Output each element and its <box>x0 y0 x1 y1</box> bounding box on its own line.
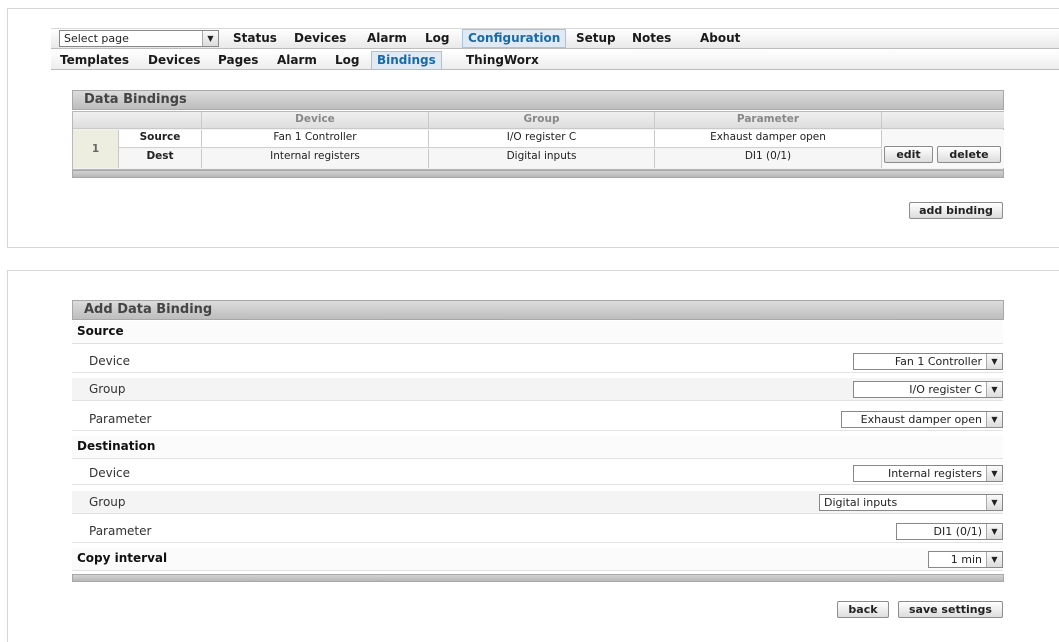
dest-device-select[interactable]: Internal registers ▼ <box>853 465 1003 482</box>
chevron-down-icon: ▼ <box>986 412 1002 427</box>
table-header-parameter: Parameter <box>655 112 882 129</box>
dest-parameter-value: DI1 (0/1) <box>933 525 983 538</box>
source-group-cell: I/O register C <box>429 130 655 148</box>
chevron-down-icon: ▼ <box>986 524 1002 539</box>
chevron-down-icon: ▼ <box>986 354 1002 369</box>
dest-device-label: Device <box>89 466 131 480</box>
dest-group-row: Group Digital inputs ▼ <box>72 491 1003 514</box>
dest-device-value: Internal registers <box>887 467 982 480</box>
add-binding-button[interactable]: add binding <box>909 202 1003 219</box>
source-group-row: Group I/O register C ▼ <box>72 378 1003 401</box>
chevron-down-icon: ▼ <box>202 31 218 46</box>
bindings-footer <box>72 170 1004 178</box>
copy-interval-value: 1 min <box>950 553 982 566</box>
row-dest-label: Dest <box>119 149 202 168</box>
chevron-down-icon: ▼ <box>986 382 1002 397</box>
source-device-select[interactable]: Fan 1 Controller ▼ <box>853 353 1003 370</box>
dest-device-cell: Internal registers <box>202 149 429 168</box>
dest-parameter-select[interactable]: DI1 (0/1) ▼ <box>896 523 1003 540</box>
dest-device-row: Device Internal registers ▼ <box>72 462 1003 485</box>
subnav-alarm[interactable]: Alarm <box>277 53 317 68</box>
dest-parameter-cell: DI1 (0/1) <box>655 149 882 168</box>
subnav-pages[interactable]: Pages <box>218 53 258 68</box>
subnav-templates[interactable]: Templates <box>60 53 129 68</box>
dest-heading: Destination <box>77 439 156 453</box>
table-header-device: Device <box>202 112 429 129</box>
chevron-down-icon: ▼ <box>986 466 1002 481</box>
dest-group-select[interactable]: Digital inputs ▼ <box>819 494 1003 511</box>
subnav-devices[interactable]: Devices <box>148 53 200 68</box>
source-heading: Source <box>77 324 124 338</box>
row-index: 1 <box>73 130 119 168</box>
nav-log[interactable]: Log <box>425 31 449 46</box>
source-group-select[interactable]: I/O register C ▼ <box>853 381 1003 398</box>
source-device-label: Device <box>89 354 131 368</box>
table-header-blank <box>73 112 202 129</box>
nav-configuration[interactable]: Configuration <box>462 29 567 48</box>
source-section-row: Source <box>72 321 1003 344</box>
nav-devices[interactable]: Devices <box>294 31 346 46</box>
source-parameter-row: Parameter Exhaust damper open ▼ <box>72 408 1003 431</box>
copy-interval-label: Copy interval <box>77 551 168 565</box>
edit-button[interactable]: edit <box>884 146 933 163</box>
source-parameter-label: Parameter <box>89 412 152 426</box>
bindings-header: Data Bindings <box>72 90 1004 110</box>
table-header-actions <box>882 112 1004 129</box>
sub-nav-bar <box>51 50 1059 70</box>
copy-interval-row: Copy interval 1 min ▼ <box>72 548 1003 571</box>
source-device-row: Device Fan 1 Controller ▼ <box>72 350 1003 373</box>
bindings-table: Device Group Parameter 1 Source Fan 1 Co… <box>72 111 1004 170</box>
source-device-cell: Fan 1 Controller <box>202 130 429 148</box>
subnav-log[interactable]: Log <box>335 53 359 68</box>
nav-alarm[interactable]: Alarm <box>367 31 407 46</box>
copy-interval-select[interactable]: 1 min ▼ <box>928 551 1003 568</box>
nav-setup[interactable]: Setup <box>576 31 616 46</box>
subnav-bindings[interactable]: Bindings <box>371 51 442 70</box>
source-device-value: Fan 1 Controller <box>894 355 982 368</box>
dest-group-value: Digital inputs <box>824 496 898 509</box>
add-binding-title: Add Data Binding <box>84 302 213 317</box>
table-header-group: Group <box>429 112 655 129</box>
source-group-value: I/O register C <box>909 383 982 396</box>
source-group-label: Group <box>89 382 126 396</box>
nav-notes[interactable]: Notes <box>632 31 671 46</box>
source-parameter-value: Exhaust damper open <box>860 413 982 426</box>
nav-status[interactable]: Status <box>233 31 277 46</box>
dest-group-label: Group <box>89 495 126 509</box>
select-page-dropdown[interactable]: Select page ▼ <box>59 30 219 47</box>
delete-button[interactable]: delete <box>937 146 1001 163</box>
nav-about[interactable]: About <box>700 31 740 46</box>
dest-parameter-label: Parameter <box>89 524 152 538</box>
subnav-thingworx[interactable]: ThingWorx <box>466 53 539 68</box>
add-binding-header: Add Data Binding <box>72 300 1004 320</box>
dest-group-cell: Digital inputs <box>429 149 655 168</box>
dest-section-row: Destination <box>72 436 1003 459</box>
chevron-down-icon: ▼ <box>986 552 1002 567</box>
chevron-down-icon: ▼ <box>986 495 1002 510</box>
back-button[interactable]: back <box>837 601 889 618</box>
select-page-value: Select page <box>64 32 129 45</box>
dest-parameter-row: Parameter DI1 (0/1) ▼ <box>72 520 1003 543</box>
source-parameter-select[interactable]: Exhaust damper open ▼ <box>841 411 1003 428</box>
add-binding-footer <box>72 574 1004 582</box>
source-parameter-cell: Exhaust damper open <box>655 130 882 148</box>
row-source-label: Source <box>119 130 202 148</box>
save-settings-button[interactable]: save settings <box>898 601 1003 618</box>
bindings-title: Data Bindings <box>84 92 187 107</box>
